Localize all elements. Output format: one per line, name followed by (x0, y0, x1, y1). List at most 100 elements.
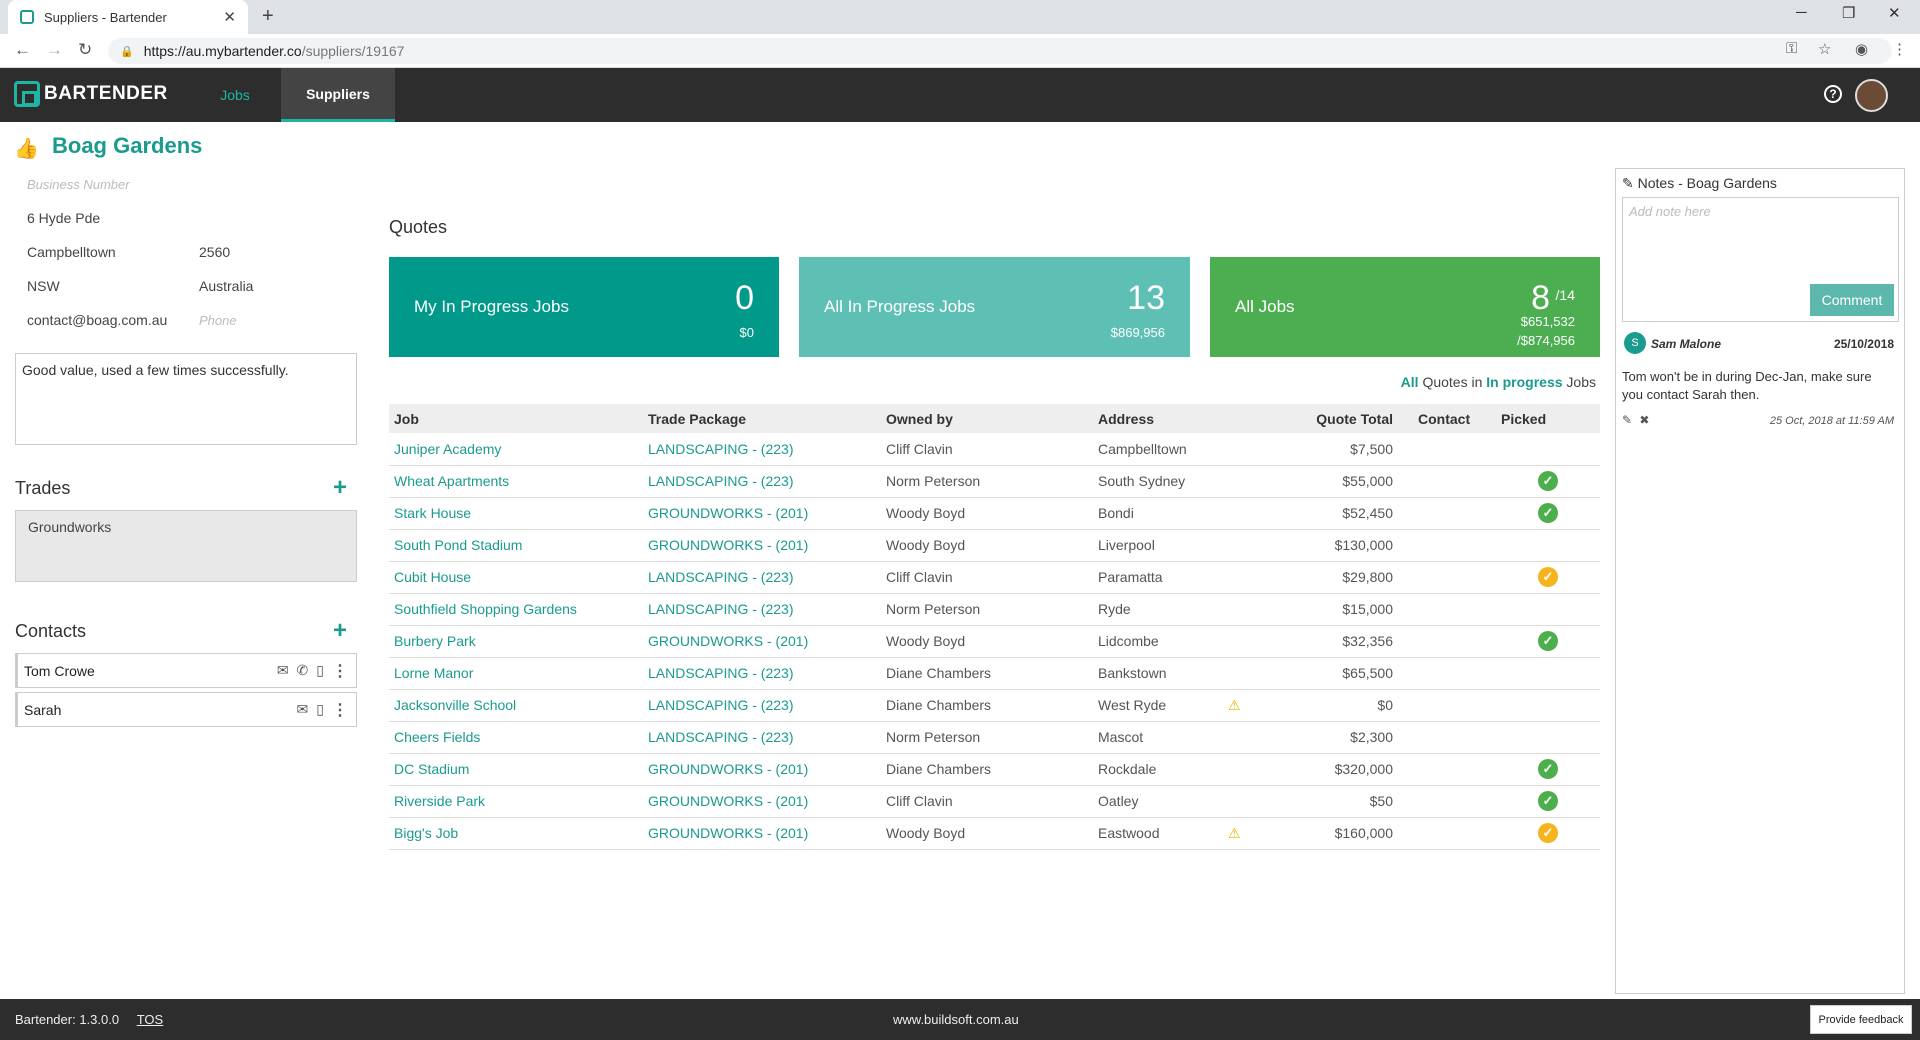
tos-link[interactable]: TOS (137, 1012, 164, 1027)
picked-check-icon[interactable]: ✓ (1538, 791, 1558, 811)
table-row[interactable]: Burbery Park GROUNDWORKS - (201) Woody Boy… (389, 625, 1600, 658)
email-link[interactable]: contact@boag.com.au (27, 312, 167, 328)
browser-tab[interactable]: Suppliers - Bartender ✕ (8, 0, 248, 34)
delete-icon[interactable]: ✖ (1639, 413, 1649, 427)
col-picked[interactable]: Picked (1496, 404, 1600, 433)
picked-check-icon[interactable]: ✓ (1538, 759, 1558, 779)
table-row[interactable]: Bigg's Job GROUNDWORKS - (201) Woody Boyd E… (389, 817, 1600, 850)
mobile-icon[interactable]: ▯ (316, 662, 324, 679)
table-row[interactable]: Jacksonville School LANDSCAPING - (223) Di… (389, 689, 1600, 722)
trade-package-link[interactable]: LANDSCAPING - (223) (643, 593, 881, 626)
nav-jobs[interactable]: Jobs (190, 68, 280, 122)
star-icon[interactable]: ☆ (1818, 40, 1831, 58)
filter-all[interactable]: All (1401, 374, 1419, 390)
minimize-icon[interactable]: ─ (1796, 4, 1807, 21)
table-row[interactable]: Riverside Park GROUNDWORKS - (201) Cliff C… (389, 785, 1600, 818)
card-all-jobs[interactable]: All Jobs 8 /14 $651,532 /$874,956 (1210, 257, 1600, 357)
close-tab-icon[interactable]: ✕ (223, 8, 236, 26)
back-icon[interactable]: ← (14, 40, 31, 60)
col-contact[interactable]: Contact (1398, 404, 1496, 433)
site-link[interactable]: www.buildsoft.com.au (893, 1012, 1019, 1027)
trade-package-link[interactable]: LANDSCAPING - (223) (643, 561, 881, 594)
help-icon[interactable]: ? (1824, 85, 1842, 103)
picked-check-icon[interactable]: ✓ (1538, 823, 1558, 843)
job-link[interactable]: Stark House (389, 497, 643, 530)
table-row[interactable]: Cheers Fields LANDSCAPING - (223) Norm Pet… (389, 721, 1600, 754)
mobile-icon[interactable]: ▯ (316, 701, 324, 718)
filter-in-progress[interactable]: In progress (1486, 374, 1562, 390)
picked-check-icon[interactable]: ✓ (1538, 567, 1558, 587)
job-link[interactable]: Jacksonville School (389, 689, 643, 722)
trade-package-link[interactable]: LANDSCAPING - (223) (643, 721, 881, 754)
trade-package-link[interactable]: GROUNDWORKS - (201) (643, 625, 881, 658)
trade-package-link[interactable]: LANDSCAPING - (223) (643, 433, 881, 466)
table-row[interactable]: Stark House GROUNDWORKS - (201) Woody Boyd… (389, 497, 1600, 530)
job-link[interactable]: Cheers Fields (389, 721, 643, 754)
window-close-icon[interactable]: ✕ (1888, 4, 1901, 22)
job-link[interactable]: Riverside Park (389, 785, 643, 818)
contact-row[interactable]: Sarah ✉ ▯ ⋮ (15, 692, 357, 727)
job-link[interactable]: Juniper Academy (389, 433, 643, 466)
phone-field[interactable]: Phone (199, 313, 237, 328)
email-icon[interactable]: ✉ (277, 662, 289, 679)
forward-icon[interactable]: → (46, 40, 63, 60)
table-row[interactable]: Juniper Academy LANDSCAPING - (223) Cliff … (389, 433, 1600, 466)
logo[interactable]: BARTENDER (14, 81, 168, 107)
table-row[interactable]: Southfield Shopping Gardens LANDSCAPING -… (389, 593, 1600, 626)
job-link[interactable]: Burbery Park (389, 625, 643, 658)
email-icon[interactable]: ✉ (297, 701, 309, 718)
job-link[interactable]: Wheat Apartments (389, 465, 643, 498)
trade-package-link[interactable]: GROUNDWORKS - (201) (643, 753, 881, 786)
trade-package-link[interactable]: GROUNDWORKS - (201) (643, 785, 881, 818)
trade-package-link[interactable]: LANDSCAPING - (223) (643, 657, 881, 690)
supplier-description[interactable]: Good value, used a few times successfull… (15, 353, 357, 445)
picked-check-icon[interactable]: ✓ (1538, 631, 1558, 651)
table-row[interactable]: Wheat Apartments LANDSCAPING - (223) Norm … (389, 465, 1600, 498)
avatar[interactable] (1855, 79, 1888, 112)
nav-suppliers[interactable]: Suppliers (281, 68, 395, 122)
trade-package-link[interactable]: LANDSCAPING - (223) (643, 465, 881, 498)
url-input[interactable]: 🔒 https://au.mybartender.co/suppliers/19… (108, 38, 1892, 64)
col-trade-package[interactable]: Trade Package (643, 404, 881, 433)
phone-icon[interactable]: ✆ (297, 662, 309, 679)
comment-button[interactable]: Comment (1810, 284, 1894, 316)
add-trade-icon[interactable]: + (333, 476, 347, 500)
feedback-button[interactable]: Provide feedback (1810, 1005, 1912, 1034)
new-tab-icon[interactable]: + (262, 5, 274, 28)
table-row[interactable]: DC Stadium GROUNDWORKS - (201) Diane Chamb… (389, 753, 1600, 786)
picked-check-icon[interactable]: ✓ (1538, 471, 1558, 491)
table-row[interactable]: Lorne Manor LANDSCAPING - (223) Diane Cham… (389, 657, 1600, 690)
add-contact-icon[interactable]: + (333, 619, 347, 643)
col-job[interactable]: Job (389, 404, 643, 433)
job-link[interactable]: Bigg's Job (389, 817, 643, 850)
job-link[interactable]: Southfield Shopping Gardens (389, 593, 643, 626)
table-row[interactable]: South Pond Stadium GROUNDWORKS - (201) Woo… (389, 529, 1600, 562)
job-link[interactable]: Cubit House (389, 561, 643, 594)
contact-row[interactable]: Tom Crowe ✉ ✆ ▯ ⋮ (15, 653, 357, 688)
card-all-in-progress[interactable]: All In Progress Jobs 13 $869,956 (799, 257, 1190, 357)
more-options-icon[interactable]: ⋮ (332, 700, 348, 720)
trade-package-link[interactable]: LANDSCAPING - (223) (643, 689, 881, 722)
reload-icon[interactable]: ↻ (78, 40, 92, 60)
restore-icon[interactable]: ❐ (1842, 4, 1855, 22)
extension-icon[interactable]: ◉ (1855, 40, 1868, 58)
col-owned-by[interactable]: Owned by (881, 404, 1093, 433)
picked-check-icon[interactable]: ✓ (1538, 503, 1558, 523)
menu-icon[interactable]: ⋮ (1892, 40, 1907, 58)
card-my-in-progress[interactable]: My In Progress Jobs 0 $0 (389, 257, 779, 357)
trade-package-link[interactable]: GROUNDWORKS - (201) (643, 817, 881, 850)
col-quote-total[interactable]: Quote Total (1223, 404, 1398, 433)
job-link[interactable]: Lorne Manor (389, 657, 643, 690)
table-row[interactable]: Cubit House LANDSCAPING - (223) Cliff Clav… (389, 561, 1600, 594)
picked-cell: ✓ (1496, 465, 1600, 498)
trade-package-link[interactable]: GROUNDWORKS - (201) (643, 497, 881, 530)
more-options-icon[interactable]: ⋮ (332, 661, 348, 681)
job-link[interactable]: DC Stadium (389, 753, 643, 786)
col-address[interactable]: Address (1093, 404, 1223, 433)
browser-tab-bar: Suppliers - Bartender ✕ + ─ ❐ ✕ (0, 0, 1920, 34)
trade-package-link[interactable]: GROUNDWORKS - (201) (643, 529, 881, 562)
edit-icon[interactable]: ✎ (1622, 413, 1632, 427)
job-link[interactable]: South Pond Stadium (389, 529, 643, 562)
key-icon[interactable]: ⚿ (1786, 40, 1797, 57)
business-number-field[interactable]: Business Number (27, 177, 130, 192)
